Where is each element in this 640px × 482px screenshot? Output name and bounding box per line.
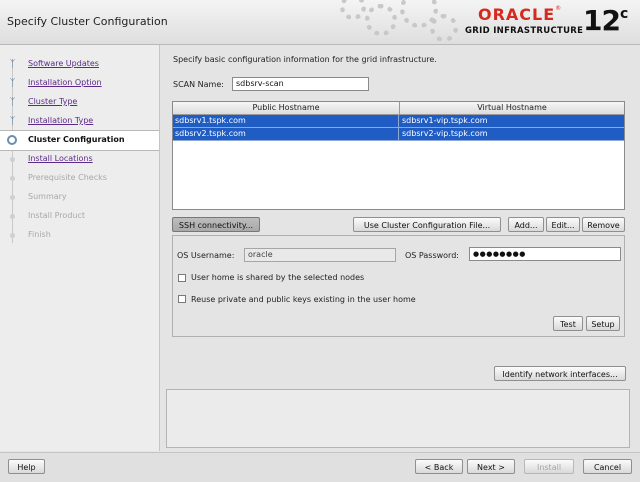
nav-step-label: Prerequisite Checks bbox=[28, 173, 107, 182]
gear-decoration-icon bbox=[365, 4, 397, 36]
nav-step-install-locations[interactable]: Install Locations bbox=[0, 150, 159, 169]
nav-step-prerequisite-checks: Prerequisite Checks bbox=[0, 169, 159, 188]
message-area bbox=[166, 389, 630, 448]
nav-step-label: Cluster Configuration bbox=[28, 135, 125, 144]
nav-step-label: Install Product bbox=[28, 211, 85, 220]
cluster-nodes-table: Public Hostname Virtual Hostname sdbsrv1… bbox=[172, 101, 625, 210]
column-header-virtual-hostname[interactable]: Virtual Hostname bbox=[400, 102, 624, 115]
column-header-public-hostname[interactable]: Public Hostname bbox=[173, 102, 400, 115]
gear-decoration-icon bbox=[340, 0, 366, 20]
shared-home-checkbox[interactable] bbox=[178, 274, 186, 282]
nav-step-label: Finish bbox=[28, 230, 51, 239]
completed-step-icon: ᛉ bbox=[9, 116, 16, 127]
nav-step-installation-type[interactable]: ᛉ Installation Type bbox=[0, 112, 159, 131]
use-cluster-config-file-button[interactable]: Use Cluster Configuration File... bbox=[353, 217, 501, 232]
scan-name-input[interactable]: sdbsrv-scan bbox=[232, 77, 369, 91]
reuse-keys-checkbox[interactable] bbox=[178, 295, 186, 303]
scan-name-label: SCAN Name: bbox=[173, 80, 224, 89]
nav-step-label: Software Updates bbox=[28, 59, 99, 68]
nav-step-cluster-configuration[interactable]: Cluster Configuration bbox=[0, 130, 159, 151]
nav-step-label: Cluster Type bbox=[28, 97, 78, 106]
page-title: Specify Cluster Configuration bbox=[7, 15, 168, 28]
pending-step-icon bbox=[10, 157, 15, 162]
edit-node-button[interactable]: Edit... bbox=[546, 217, 580, 232]
public-hostname-cell: sdbsrv1.tspk.com bbox=[173, 115, 399, 127]
os-password-label: OS Password: bbox=[405, 251, 459, 260]
version-suffix: c bbox=[619, 6, 628, 22]
header-banner: Specify Cluster Configuration ORACLE® GR… bbox=[0, 0, 640, 45]
nav-step-software-updates[interactable]: ᛉ Software Updates bbox=[0, 55, 159, 74]
pending-step-icon bbox=[10, 233, 15, 238]
virtual-hostname-cell: sdbsrv1-vip.tspk.com bbox=[402, 116, 488, 125]
table-row[interactable]: sdbsrv1.tspk.com sdbsrv1-vip.tspk.com bbox=[173, 115, 624, 128]
identify-network-interfaces-button[interactable]: Identify network interfaces... bbox=[494, 366, 626, 381]
completed-step-icon: ᛉ bbox=[9, 97, 16, 108]
os-password-input[interactable]: ●●●●●●●● bbox=[469, 247, 621, 261]
reuse-keys-label: Reuse private and public keys existing i… bbox=[191, 295, 416, 304]
version-badge: 12c bbox=[583, 4, 628, 37]
pending-step-icon bbox=[10, 195, 15, 200]
version-number: 12 bbox=[583, 4, 621, 37]
intro-text: Specify basic configuration information … bbox=[173, 55, 437, 64]
nav-step-installation-option[interactable]: ᛉ Installation Option bbox=[0, 74, 159, 93]
os-username-input[interactable]: oracle bbox=[244, 248, 396, 262]
remove-node-button[interactable]: Remove bbox=[582, 217, 625, 232]
public-hostname-cell: sdbsrv2.tspk.com bbox=[173, 128, 399, 140]
nav-step-label: Install Locations bbox=[28, 154, 93, 163]
add-node-button[interactable]: Add... bbox=[508, 217, 544, 232]
help-button[interactable]: Help bbox=[8, 459, 45, 474]
back-button[interactable]: < Back bbox=[415, 459, 463, 474]
nav-step-cluster-type[interactable]: ᛉ Cluster Type bbox=[0, 93, 159, 112]
current-step-icon bbox=[7, 135, 17, 145]
os-username-label: OS Username: bbox=[177, 251, 235, 260]
nav-step-install-product: Install Product bbox=[0, 207, 159, 226]
ssh-connectivity-button[interactable]: SSH connectivity... bbox=[172, 217, 260, 232]
completed-step-icon: ᛉ bbox=[9, 59, 16, 70]
shared-home-label: User home is shared by the selected node… bbox=[191, 273, 365, 282]
oracle-logo: ORACLE® bbox=[478, 5, 562, 24]
oracle-logo-text: ORACLE bbox=[478, 5, 556, 24]
product-name: GRID INFRASTRUCTURE bbox=[465, 26, 584, 36]
nav-step-label: Installation Type bbox=[28, 116, 94, 125]
completed-step-icon: ᛉ bbox=[9, 78, 16, 89]
cancel-button[interactable]: Cancel bbox=[583, 459, 632, 474]
install-button[interactable]: Install bbox=[524, 459, 574, 474]
virtual-hostname-cell: sdbsrv2-vip.tspk.com bbox=[402, 129, 488, 138]
test-button[interactable]: Test bbox=[553, 316, 583, 331]
nav-step-summary: Summary bbox=[0, 188, 159, 207]
gear-decoration-icon bbox=[430, 14, 458, 42]
step-navigation: ᛉ Software Updates ᛉ Installation Option… bbox=[0, 45, 160, 451]
nav-step-label: Installation Option bbox=[28, 78, 102, 87]
table-row[interactable]: sdbsrv2.tspk.com sdbsrv2-vip.tspk.com bbox=[173, 128, 624, 141]
setup-button[interactable]: Setup bbox=[586, 316, 620, 331]
nav-step-label: Summary bbox=[28, 192, 67, 201]
nav-step-finish: Finish bbox=[0, 226, 159, 245]
pending-step-icon bbox=[10, 214, 15, 219]
pending-step-icon bbox=[10, 176, 15, 181]
next-button[interactable]: Next > bbox=[467, 459, 515, 474]
